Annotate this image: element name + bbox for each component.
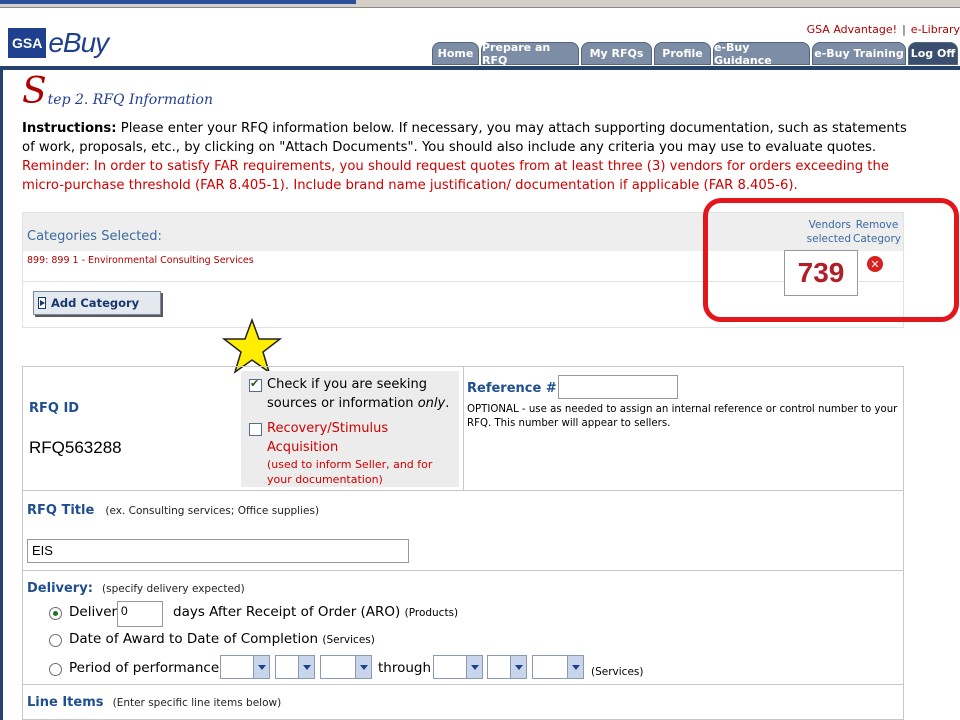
period-start-day-select[interactable] (275, 655, 315, 679)
radio-award-to-completion[interactable] (49, 634, 62, 647)
tab-my-rfqs[interactable]: My RFQs (581, 42, 652, 65)
sources-only-checkbox[interactable] (249, 377, 262, 392)
deliver-aro-note: (Products) (404, 607, 459, 619)
top-links: GSA Advantage! | e-Library (807, 23, 960, 36)
gsa-ebuy-logo[interactable]: GSA eBuy (8, 26, 109, 60)
chevron-down-icon (567, 656, 583, 678)
period-note-wrap: (Services) (591, 663, 643, 679)
tab-prepare-rfq[interactable]: Prepare an RFQ (481, 41, 579, 67)
logo-gsa-mark: GSA (8, 28, 47, 58)
rfq-form: RFQ ID RFQ563288 Check if you are seekin… (22, 366, 904, 720)
triangle-right-icon (38, 297, 46, 309)
nav-divider-bar (0, 66, 960, 70)
rfq-id-value: RFQ563288 (29, 438, 122, 457)
rfq-id-label: RFQ ID (29, 401, 80, 416)
deliver-aro-text: days After Receipt of Order (ARO) (Produ… (173, 604, 458, 620)
chevron-down-icon (253, 656, 269, 678)
sources-only-emphasis: only (417, 396, 446, 411)
period-end-year-select[interactable] (532, 655, 584, 679)
rfq-options-panel: Check if you are seeking sources or info… (241, 371, 459, 487)
award-completion-note: (Services) (322, 634, 375, 646)
line-items-label: Line Items (27, 695, 104, 710)
line-items-hint: (Enter specific line items below) (112, 697, 282, 709)
recovery-stimulus-note: (used to inform Seller, and for your doc… (267, 458, 433, 486)
callout-highlight-box (703, 198, 959, 322)
rfq-title-input[interactable]: EIS (27, 539, 409, 563)
period-note: (Services) (591, 666, 644, 678)
top-link-separator: | (902, 23, 906, 36)
period-label: Period of performance: (69, 660, 224, 676)
page-title: S tep 2. RFQ Information (22, 74, 213, 110)
instructions-block: Instructions: Please enter your RFQ info… (22, 119, 922, 195)
add-category-label: Add Category (51, 296, 140, 310)
recovery-stimulus-checkbox[interactable] (249, 423, 262, 436)
sources-only-label: Check if you are seeking sources or info… (267, 377, 450, 411)
through-label: through (378, 660, 432, 676)
link-gsa-advantage[interactable]: GSA Advantage! (807, 23, 897, 36)
logo-ebuy-text: eBuy (48, 27, 109, 58)
reference-label: Reference # (467, 381, 557, 396)
browser-top-edge (0, 0, 960, 8)
rfq-title-hint: (ex. Consulting services; Office supplie… (105, 505, 320, 517)
period-start-year-select[interactable] (320, 655, 372, 679)
deliver-label: Deliver (69, 604, 118, 620)
award-completion-label: Date of Award to Date of Completion (69, 631, 319, 647)
delivery-label-row: Delivery: (specify delivery expected) (27, 577, 245, 596)
reference-input[interactable] (558, 375, 678, 399)
line-items-label-row: Line Items (Enter specific line items be… (27, 691, 281, 710)
tab-home[interactable]: Home (432, 42, 479, 65)
main-nav-tabs: Home Prepare an RFQ My RFQs Profile e-Bu… (432, 41, 958, 67)
categories-selected-label: Categories Selected: (27, 229, 162, 244)
deliver-aro-label: days After Receipt of Order (ARO) (173, 604, 401, 620)
reference-note: OPTIONAL - use as needed to assign an in… (467, 404, 898, 429)
rfq-id-section: RFQ ID RFQ563288 Check if you are seekin… (23, 367, 903, 491)
page-title-text: tep 2. RFQ Information (47, 92, 214, 108)
rfq-title-label: RFQ Title (27, 503, 95, 518)
category-item: 899: 899 1 - Environmental Consulting Se… (27, 255, 254, 266)
instructions-label: Instructions: (22, 121, 117, 136)
rfq-row-divider (463, 367, 464, 491)
chevron-down-icon (510, 656, 526, 678)
radio-period-of-performance[interactable] (49, 663, 62, 676)
radio-deliver-aro[interactable] (49, 607, 62, 620)
far-reminder: Reminder: In order to satisfy FAR requir… (22, 159, 889, 193)
page-title-initial: S (22, 71, 47, 112)
line-items-section: Line Items (Enter specific line items be… (23, 685, 903, 720)
delivery-days-input[interactable]: 0 (117, 601, 163, 627)
instructions-text: Please enter your RFQ information below.… (22, 121, 907, 155)
tab-profile[interactable]: Profile (654, 42, 711, 65)
period-end-month-select[interactable] (433, 655, 483, 679)
link-e-library[interactable]: e-Library (911, 23, 960, 36)
tab-ebuy-training[interactable]: e-Buy Training (812, 42, 906, 65)
left-border-bar (0, 70, 3, 720)
recovery-stimulus-label: Recovery/Stimulus Acquisition (267, 421, 389, 455)
rfq-title-label-row: RFQ Title (ex. Consulting services; Offi… (27, 499, 319, 518)
tab-log-off[interactable]: Log Off (908, 42, 958, 65)
rfq-title-section: RFQ Title (ex. Consulting services; Offi… (23, 491, 903, 571)
tab-ebuy-guidance[interactable]: e-Buy Guidance (713, 41, 810, 67)
period-end-day-select[interactable] (487, 655, 527, 679)
sources-only-text: Check if you are seeking sources or info… (267, 377, 428, 411)
delivery-hint: (specify delivery expected) (102, 583, 245, 595)
chevron-down-icon (298, 656, 314, 678)
delivery-section: Delivery: (specify delivery expected) De… (23, 571, 903, 685)
period-start-month-select[interactable] (220, 655, 270, 679)
award-completion-text: Date of Award to Date of Completion (Ser… (69, 631, 375, 647)
delivery-label: Delivery: (27, 581, 93, 596)
browser-title-strip (0, 0, 356, 4)
add-category-button[interactable]: Add Category (33, 291, 161, 315)
chevron-down-icon (466, 656, 482, 678)
chevron-down-icon (355, 656, 371, 678)
